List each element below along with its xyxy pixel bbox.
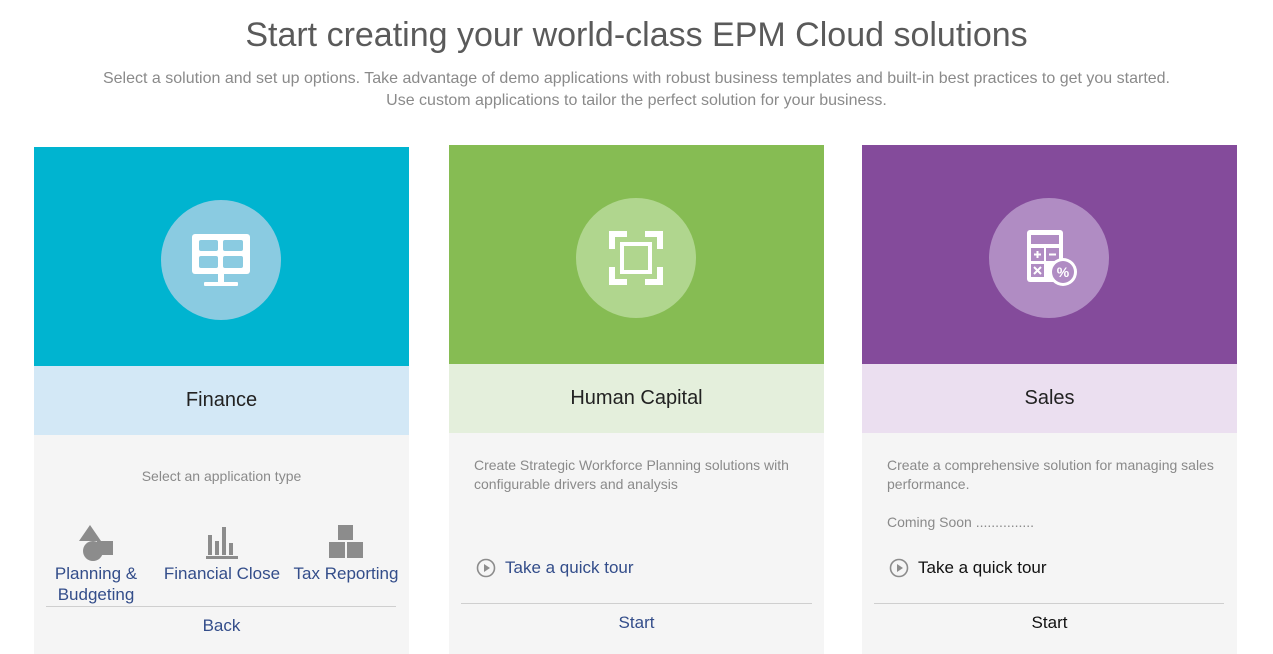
finance-hero[interactable]: [34, 147, 409, 366]
play-circle-icon: [476, 558, 496, 578]
financial-close-label: Financial Close: [163, 564, 281, 583]
tax-reporting-label: Tax Reporting: [293, 564, 399, 583]
page-title: Start creating your world-class EPM Clou…: [245, 16, 1028, 54]
stacked-boxes-icon: [329, 525, 363, 558]
planning-budgeting-label-line1: Planning &: [54, 564, 138, 583]
page-subtitle: Select a solution and set up options. Ta…: [102, 70, 1170, 109]
play-circle-icon: [889, 558, 909, 578]
human-capital-icon-circle: [576, 198, 696, 318]
finance-divider: [46, 606, 396, 607]
human-capital-description: Create Strategic Workforce Planning solu…: [474, 457, 789, 492]
finance-icon-circle: [161, 200, 281, 320]
human-capital-start-button[interactable]: Start: [449, 613, 824, 633]
sales-title: Sales: [862, 364, 1237, 433]
finance-title: Finance: [34, 366, 409, 435]
calculator-percent-icon: %: [1027, 230, 1077, 286]
app-type-tax-reporting[interactable]: Tax Reporting: [290, 523, 402, 584]
human-capital-divider: [461, 603, 812, 604]
frame-focus-icon: [609, 231, 663, 285]
sales-description: Create a comprehensive solution for mana…: [887, 457, 1214, 492]
human-capital-quick-tour-link[interactable]: Take a quick tour: [476, 558, 634, 578]
coming-soon-label: Coming Soon ...............: [887, 514, 1035, 530]
sales-card: % Sales Create a comprehensive solution …: [862, 145, 1237, 654]
human-capital-quick-tour-label: Take a quick tour: [505, 558, 634, 577]
svg-text:%: %: [1057, 264, 1070, 280]
planning-budgeting-label-line2: Budgeting: [57, 585, 135, 604]
sales-hero[interactable]: %: [862, 145, 1237, 364]
sales-divider: [874, 603, 1224, 604]
app-type-planning-budgeting[interactable]: Planning & Budgeting: [52, 523, 140, 605]
human-capital-title: Human Capital: [449, 364, 824, 433]
shapes-icon: [79, 525, 113, 561]
sales-icon-circle: %: [989, 198, 1109, 318]
sales-quick-tour-label: Take a quick tour: [918, 558, 1047, 577]
back-button[interactable]: Back: [34, 616, 409, 636]
human-capital-hero[interactable]: [449, 145, 824, 364]
finance-card: Finance Select an application type Plann…: [34, 147, 409, 654]
sales-quick-tour-link[interactable]: Take a quick tour: [889, 558, 1047, 578]
sales-start-button[interactable]: Start: [862, 613, 1237, 633]
select-app-type-label: Select an application type: [141, 468, 302, 484]
bar-chart-icon: [206, 527, 238, 559]
app-type-financial-close[interactable]: Financial Close: [160, 523, 284, 584]
monitor-dashboard-icon: [192, 234, 250, 286]
human-capital-card: Human Capital Create Strategic Workforce…: [449, 145, 824, 654]
